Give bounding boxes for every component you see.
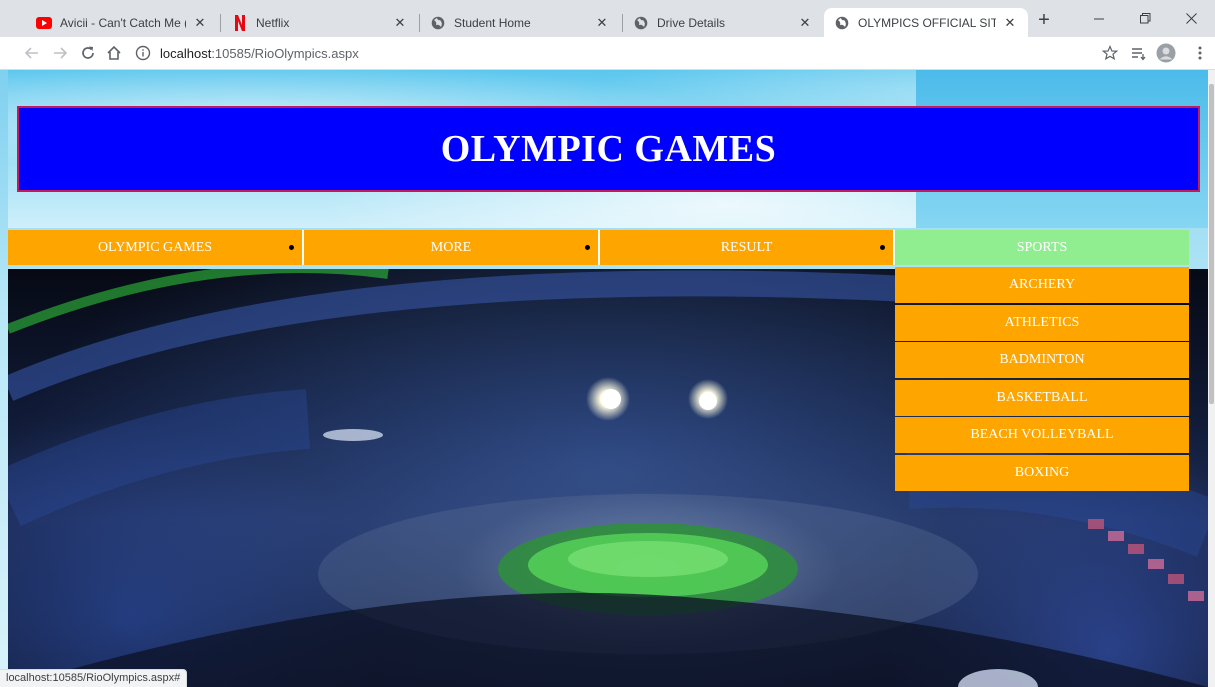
url-path: :10585/RioOlympics.aspx bbox=[211, 45, 359, 61]
url-text[interactable]: localhost:10585/RioOlympics.aspx bbox=[160, 46, 359, 61]
sports-menu-item-beach-volleyball[interactable]: BEACH VOLLEYBALL bbox=[895, 417, 1189, 454]
banner-title: OLYMPIC GAMES bbox=[440, 128, 777, 170]
scrollbar-thumb[interactable] bbox=[1209, 84, 1214, 404]
page-viewport: OLYMPIC GAMES OLYMPIC GAMES MORE RESULT … bbox=[0, 70, 1208, 687]
bookmark-star-icon[interactable] bbox=[1098, 41, 1122, 65]
status-bar-url: localhost:10585/RioOlympics.aspx# bbox=[0, 669, 188, 687]
sports-menu-item-badminton[interactable]: BADMINTON bbox=[895, 342, 1189, 379]
restore-icon[interactable] bbox=[1122, 0, 1168, 37]
reading-list-icon[interactable] bbox=[1126, 41, 1150, 65]
netflix-icon bbox=[232, 14, 248, 31]
url-host: localhost bbox=[160, 45, 212, 61]
close-window-icon[interactable] bbox=[1168, 0, 1214, 37]
submenu-bullet-icon bbox=[289, 245, 294, 250]
close-tab-icon[interactable]: ✕ bbox=[797, 15, 813, 31]
sports-menu-item-basketball[interactable]: BASKETBALL bbox=[895, 379, 1189, 416]
tab-strip: Avicii - Can't Catch Me (Lyric V ✕ Netfl… bbox=[0, 0, 1215, 37]
tab-separator bbox=[220, 14, 221, 32]
browser-tab[interactable]: Student Home ✕ bbox=[420, 8, 620, 37]
back-arrow-icon[interactable] bbox=[20, 41, 44, 65]
nav-item-result[interactable]: RESULT bbox=[600, 230, 895, 265]
forward-arrow-icon[interactable] bbox=[48, 41, 72, 65]
close-tab-icon[interactable]: ✕ bbox=[1002, 15, 1018, 31]
sports-dropdown: ARCHERY ATHLETICS BADMINTON BASKETBALL B… bbox=[895, 267, 1189, 493]
new-tab-button[interactable]: + bbox=[1032, 9, 1056, 33]
nav-item-olympic-games[interactable]: OLYMPIC GAMES bbox=[8, 230, 304, 265]
browser-tab-active[interactable]: OLYMPICS OFFICIAL SITE ✕ bbox=[824, 8, 1028, 37]
browser-tab[interactable]: Drive Details ✕ bbox=[623, 8, 823, 37]
tab-title: Netflix bbox=[256, 15, 290, 30]
submenu-bullet-icon bbox=[880, 245, 885, 250]
close-tab-icon[interactable]: ✕ bbox=[392, 15, 408, 31]
tab-title: OLYMPICS OFFICIAL SITE bbox=[858, 15, 996, 30]
youtube-icon bbox=[36, 15, 52, 31]
info-icon[interactable] bbox=[134, 44, 152, 62]
home-icon[interactable] bbox=[102, 41, 126, 65]
nav-item-label: RESULT bbox=[720, 239, 773, 255]
globe-icon bbox=[430, 15, 446, 31]
nav-item-sports[interactable]: SPORTS bbox=[895, 230, 1189, 265]
site-banner: OLYMPIC GAMES bbox=[17, 106, 1200, 192]
tab-title: Drive Details bbox=[657, 15, 726, 30]
sports-menu-item-boxing[interactable]: BOXING bbox=[895, 454, 1189, 491]
close-tab-icon[interactable]: ✕ bbox=[594, 15, 610, 31]
nav-item-more[interactable]: MORE bbox=[304, 230, 600, 265]
address-bar[interactable]: localhost:10585/RioOlympics.aspx bbox=[134, 41, 1034, 65]
submenu-bullet-icon bbox=[585, 245, 590, 250]
tab-title: Student Home bbox=[454, 15, 531, 30]
sports-menu-item-athletics[interactable]: ATHLETICS bbox=[895, 304, 1189, 341]
nav-item-label: SPORTS bbox=[1016, 239, 1068, 255]
nav-item-label: MORE bbox=[430, 239, 472, 255]
minimize-icon[interactable] bbox=[1076, 0, 1122, 37]
browser-toolbar: localhost:10585/RioOlympics.aspx bbox=[0, 37, 1215, 70]
reload-icon[interactable] bbox=[76, 41, 100, 65]
sports-menu-item-archery[interactable]: ARCHERY bbox=[895, 267, 1189, 303]
menu-kebab-icon[interactable] bbox=[1188, 41, 1212, 65]
profile-avatar-icon[interactable] bbox=[1154, 41, 1178, 65]
close-tab-icon[interactable]: ✕ bbox=[192, 15, 208, 31]
browser-tab[interactable]: Netflix ✕ bbox=[222, 8, 418, 37]
globe-icon bbox=[834, 15, 850, 31]
page-scrollbar[interactable] bbox=[1208, 70, 1215, 687]
globe-icon bbox=[633, 15, 649, 31]
browser-tab[interactable]: Avicii - Can't Catch Me (Lyric V ✕ bbox=[26, 8, 218, 37]
nav-item-label: OLYMPIC GAMES bbox=[97, 239, 213, 255]
main-nav: OLYMPIC GAMES MORE RESULT SPORTS bbox=[8, 230, 1189, 265]
tab-title: Avicii - Can't Catch Me (Lyric V bbox=[60, 15, 186, 30]
